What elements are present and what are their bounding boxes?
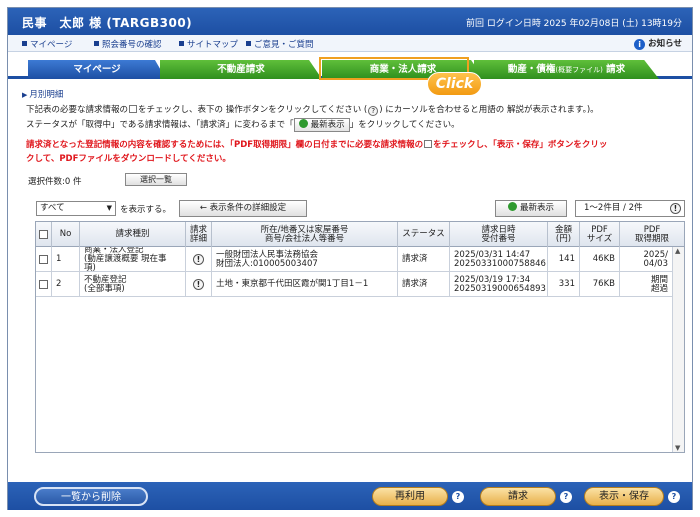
- table-row[interactable]: 2 不動産登記 (全部事項) ! 土地・東京都千代田区霞が関1丁目1－1 請求済…: [36, 272, 672, 297]
- row-type: 不動産登記 (全部事項): [80, 272, 186, 297]
- refresh-icon: [507, 202, 517, 211]
- scroll-up-icon[interactable]: ▲: [675, 247, 680, 255]
- request-button[interactable]: 請求: [480, 487, 556, 506]
- header-date[interactable]: 請求日時 受付番号: [450, 222, 548, 247]
- link-reference-number[interactable]: 照会番号の確認: [94, 38, 162, 50]
- tab-movables[interactable]: 動産・債権(概要ファイル) 請求: [474, 60, 659, 79]
- checkbox-sample-icon: [129, 105, 138, 113]
- last-login: 前回 ログイン日時 2025 年02月08日 (土) 13時19分: [465, 19, 682, 29]
- link-feedback[interactable]: ご意見・ご質問: [246, 38, 314, 50]
- checkbox[interactable]: [39, 230, 48, 239]
- row-status: 請求済: [398, 247, 450, 272]
- table-row[interactable]: 1 商業・法人登記 (動産譲渡概要 現在事 項) ! 一般財団法人民事法務協会 …: [36, 247, 672, 272]
- detail-icon[interactable]: !: [193, 279, 204, 290]
- triangle-right-icon: ▶: [22, 91, 28, 99]
- header-type[interactable]: 請求種別: [80, 222, 186, 247]
- page-info-icon[interactable]: !: [670, 203, 681, 214]
- row-detail-cell: !: [186, 272, 212, 297]
- row-date: 2025/03/31 14:47 20250331000758846: [450, 247, 548, 272]
- header-status[interactable]: ステータス: [398, 222, 450, 247]
- request-table: No 請求種別 請求 詳細 所在/地番又は家屋番号 商号/会社法人等番号 ステー…: [35, 221, 685, 453]
- link-mypage[interactable]: マイページ: [22, 38, 72, 50]
- row-checkbox-cell[interactable]: [36, 272, 52, 297]
- tab-real-estate[interactable]: 不動産請求: [160, 60, 322, 79]
- table-scrollbar[interactable]: ▲ ▼: [672, 247, 684, 452]
- header-location[interactable]: 所在/地番又は家屋番号 商号/会社法人等番号: [212, 222, 398, 247]
- question-icon: ?: [368, 106, 379, 116]
- chevron-down-icon: ▼: [106, 204, 112, 212]
- bullet-icon: [94, 41, 99, 46]
- header-bar: 民事 太郎 様 (TARGB300) 前回 ログイン日時 2025 年02月08…: [8, 8, 692, 35]
- detail-icon[interactable]: !: [193, 254, 204, 265]
- tab-mypage[interactable]: マイページ: [28, 60, 166, 79]
- inline-refresh-sample: 最新表示: [293, 118, 350, 132]
- selected-list-button[interactable]: 選択一覧: [125, 173, 187, 186]
- row-checkbox-cell[interactable]: [36, 247, 52, 272]
- checkbox[interactable]: [39, 255, 48, 264]
- checkbox-sample-icon: [424, 140, 433, 148]
- table-header: No 請求種別 請求 詳細 所在/地番又は家屋番号 商号/会社法人等番号 ステー…: [36, 222, 684, 247]
- refresh-button[interactable]: 最新表示: [495, 200, 567, 217]
- link-sitemap[interactable]: サイトマップ: [179, 38, 238, 50]
- view-save-help-icon[interactable]: ?: [668, 491, 680, 503]
- warning-line-1: 請求済となった登記情報の内容を確認するためには、「PDF取得期限」欄の日付までに…: [26, 140, 608, 150]
- header-select-all[interactable]: [36, 222, 52, 247]
- info-line-2: ステータスが「取得中」である請求情報は、「請求済」に変わるまで「 最新表示 」をクリ…: [26, 118, 460, 132]
- checkbox[interactable]: [39, 280, 48, 289]
- row-no: 1: [52, 247, 80, 272]
- bullet-icon: [246, 41, 251, 46]
- selected-count: 選択件数:0 件: [28, 177, 82, 187]
- row-no: 2: [52, 272, 80, 297]
- header-pdf-size[interactable]: PDF サイズ: [580, 222, 620, 247]
- pager: 1～2件目 / 2件!: [575, 200, 685, 217]
- bullet-icon: [179, 41, 184, 46]
- app-window: 民事 太郎 様 (TARGB300) 前回 ログイン日時 2025 年02月08…: [7, 7, 693, 510]
- bullet-icon: [22, 41, 27, 46]
- row-amount: 331: [548, 272, 580, 297]
- filter-suffix: を表示する。: [120, 205, 172, 215]
- reuse-button[interactable]: 再利用: [372, 487, 448, 506]
- row-amount: 141: [548, 247, 580, 272]
- delete-from-list-button[interactable]: 一覧から削除: [34, 487, 148, 506]
- warning-line-2: クして、PDFファイルをダウンロードしてください。: [26, 154, 231, 164]
- row-location: 土地・東京都千代田区霞が関1丁目1－1: [212, 272, 398, 297]
- header-pdf-deadline[interactable]: PDF 取得期限: [620, 222, 684, 247]
- header-no[interactable]: No: [52, 222, 80, 247]
- row-date: 2025/03/19 17:34 20250319000654893: [450, 272, 548, 297]
- reuse-help-icon[interactable]: ?: [452, 491, 464, 503]
- notice-link[interactable]: i お知らせ: [634, 37, 682, 50]
- view-save-button[interactable]: 表示・保存: [584, 487, 664, 506]
- row-type: 商業・法人登記 (動産譲渡概要 現在事 項): [80, 247, 186, 272]
- row-pdf-deadline: 2025/ 04/03: [643, 249, 669, 269]
- row-status: 請求済: [398, 272, 450, 297]
- refresh-icon: [298, 119, 308, 128]
- click-callout: Click: [427, 72, 482, 96]
- row-pdf-size: 76KB: [580, 272, 620, 297]
- user-name: 民事 太郎 様 (TARGB300): [22, 16, 193, 30]
- scroll-down-icon[interactable]: ▼: [675, 444, 680, 452]
- filter-select[interactable]: すべて ▼: [36, 201, 116, 216]
- header-detail[interactable]: 請求 詳細: [186, 222, 212, 247]
- info-line-1: 下記表の必要な請求情報の をチェックし、表下の 操作ボタンをクリックしてください …: [26, 105, 599, 116]
- action-bar: 一覧から削除 再利用 ? 請求 ? 表示・保存 ?: [8, 482, 692, 510]
- monthly-link[interactable]: ▶ 月別明細: [22, 88, 63, 100]
- detail-settings-button[interactable]: ← 表示条件の詳細設定: [179, 200, 307, 217]
- request-help-icon[interactable]: ?: [560, 491, 572, 503]
- row-pdf-deadline: 期間 超過: [650, 274, 668, 294]
- header-amount[interactable]: 金額 (円): [548, 222, 580, 247]
- info-icon: i: [634, 39, 646, 50]
- links-bar: マイページ 照会番号の確認 サイトマップ ご意見・ご質問 i お知らせ: [8, 35, 692, 52]
- row-detail-cell: !: [186, 247, 212, 272]
- row-pdf-size: 46KB: [580, 247, 620, 272]
- row-location: 一般財団法人民事法務協会 財団法人:010005003407: [212, 247, 398, 272]
